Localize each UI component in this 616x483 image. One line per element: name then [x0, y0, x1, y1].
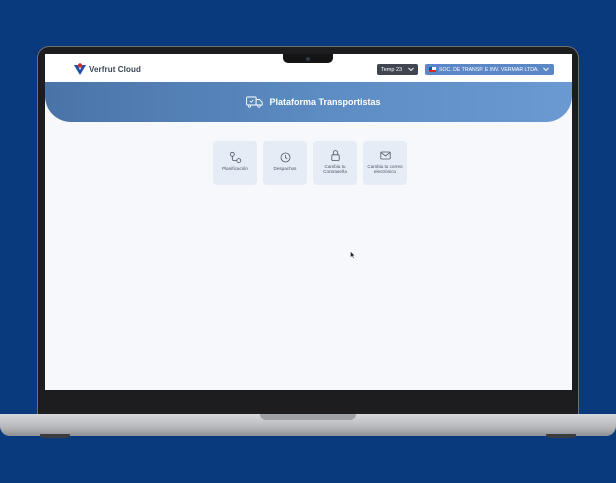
app-screen: Verfrut Cloud Temp 23 SOC. DE TRANSP. E … [45, 54, 572, 390]
season-select[interactable]: Temp 23 [377, 64, 418, 75]
mail-icon [379, 151, 391, 160]
lock-icon [330, 150, 340, 162]
truck-icon [246, 96, 264, 108]
clock-icon [280, 152, 290, 163]
platform-title: Plataforma Transportistas [269, 97, 381, 107]
chile-flag-icon [429, 67, 436, 72]
tile-label: Cambia tu Contraseña [323, 164, 347, 175]
platform-banner: Plataforma Transportistas [45, 82, 572, 122]
tile-cambia-contrasena[interactable]: Cambia tu Contraseña [313, 141, 357, 185]
tile-label: Planificación [222, 166, 248, 171]
tile-cambia-correo[interactable]: Cambia tu correo electrónico [363, 141, 407, 185]
chevron-down-icon [543, 67, 549, 72]
tile-planificacion[interactable]: Planificación [213, 141, 257, 185]
season-select-label: Temp 23 [381, 66, 403, 73]
camera-icon [306, 57, 310, 61]
company-select-label: SOC. DE TRANSP. E INV. VERMAR LTDA. [439, 66, 539, 73]
laptop-opening-lip [260, 414, 356, 420]
laptop-foot [40, 434, 70, 438]
laptop-foot [546, 434, 576, 438]
route-icon [229, 151, 241, 164]
menu-tiles: Planificación Despachos Cambia tu Contra… [213, 141, 407, 185]
mouse-cursor-icon [350, 251, 356, 259]
verfrut-logo-icon [74, 63, 86, 75]
brand-name: Verfrut Cloud [89, 64, 141, 74]
chevron-down-icon [408, 67, 414, 72]
tile-label: Despachos [273, 166, 297, 171]
brand-logo[interactable]: Verfrut Cloud [73, 62, 141, 76]
tile-despachos[interactable]: Despachos [263, 141, 307, 185]
tile-label: Cambia tu correo electrónico [367, 164, 403, 175]
company-select[interactable]: SOC. DE TRANSP. E INV. VERMAR LTDA. [425, 64, 554, 75]
